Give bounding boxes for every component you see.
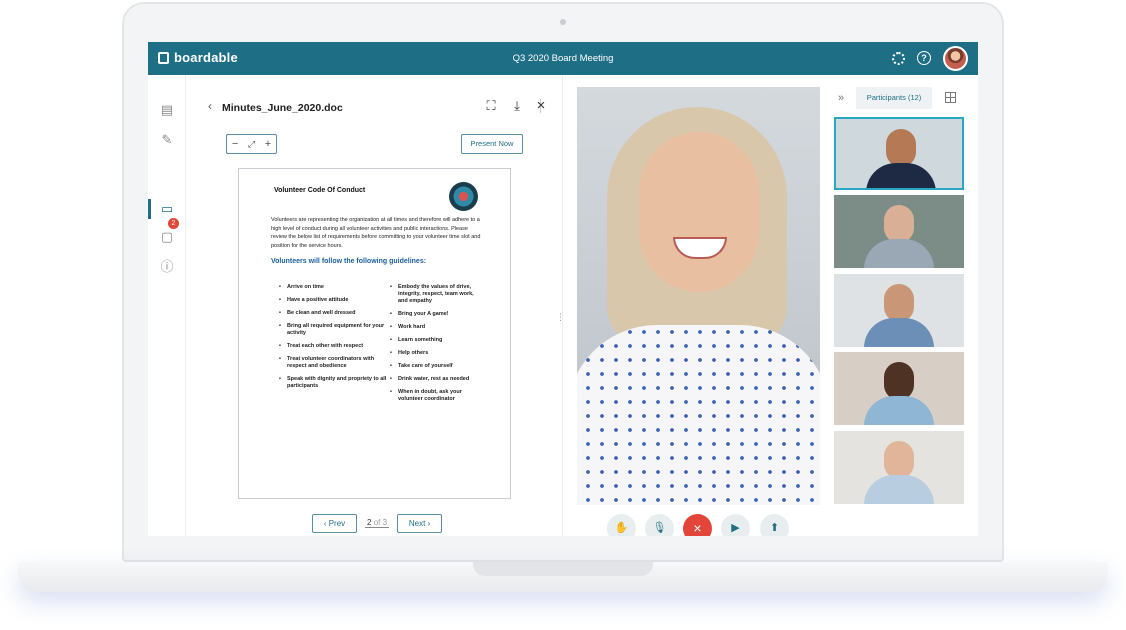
participant-body — [864, 239, 934, 268]
prev-label: Prev — [328, 518, 346, 528]
resize-handle-icon[interactable]: ⋮ — [556, 312, 565, 323]
grid-view-icon[interactable] — [945, 92, 956, 103]
participant-body — [866, 163, 936, 188]
list-item: Treat volunteer coordinators with respec… — [279, 356, 389, 370]
participant-face — [884, 205, 914, 243]
laptop-mockup: boardable Q3 2020 Board Meeting ? ▤ ✎ ▭ … — [0, 0, 1126, 630]
total-pages: of 3 — [373, 518, 388, 527]
list-item: Embody the values of drive, integrity, r… — [390, 284, 480, 305]
page-intro: Volunteers are representing the organiza… — [271, 217, 481, 249]
laptop-notch — [473, 562, 653, 576]
list-item: Be clean and well dressed — [279, 310, 389, 317]
fullscreen-icon[interactable]: ⛶ — [484, 99, 498, 113]
participant-thumbnail[interactable] — [834, 195, 964, 268]
zoom-in-icon[interactable]: + — [265, 138, 271, 150]
end-call-icon[interactable]: × — [683, 514, 712, 536]
list-item: When in doubt, ask your volunteer coordi… — [390, 389, 480, 403]
participant-body — [864, 318, 934, 347]
left-rail: ▤ ✎ ▭ ▢ 2 ⓘ — [148, 75, 186, 536]
speaker-body — [577, 325, 820, 505]
list-item: Learn something — [390, 337, 480, 344]
chat-icon[interactable]: ▢ — [160, 230, 174, 244]
pencil-icon[interactable]: ✎ — [160, 133, 174, 147]
camera-icon[interactable]: ▶ — [721, 514, 750, 536]
unread-badge: 2 — [168, 218, 179, 229]
participant-thumbnail[interactable] — [834, 117, 964, 190]
guidelines-heading: Volunteers will follow the following gui… — [271, 258, 427, 265]
main-video-tile — [577, 87, 820, 505]
app-screen: boardable Q3 2020 Board Meeting ? ▤ ✎ ▭ … — [148, 42, 978, 536]
organization-logo-icon — [449, 182, 478, 211]
document-file-name: Minutes_June_2020.doc — [222, 102, 343, 114]
participant-thumbnail[interactable] — [834, 352, 964, 425]
next-page-button[interactable]: Next › — [397, 513, 443, 533]
participant-body — [864, 475, 934, 504]
raise-hand-icon[interactable]: ✋ — [607, 514, 636, 536]
participant-face — [886, 129, 916, 167]
microphone-icon[interactable]: 🎙 — [645, 514, 674, 536]
webcam-dot — [560, 19, 566, 25]
list-item: Bring your A game! — [390, 311, 480, 318]
top-bar: boardable Q3 2020 Board Meeting ? — [148, 42, 978, 75]
list-item: Help others — [390, 350, 480, 357]
user-avatar[interactable] — [943, 46, 968, 71]
list-item: Bring all required equipment for your ac… — [279, 323, 389, 337]
help-icon[interactable]: ? — [917, 51, 931, 65]
meeting-title: Q3 2020 Board Meeting — [512, 53, 614, 64]
page-indicator[interactable]: 2 of 3 — [365, 518, 390, 528]
participant-body — [864, 396, 934, 425]
download-icon[interactable]: ⤓ — [510, 99, 524, 113]
prev-page-button[interactable]: ‹ Prev — [312, 513, 357, 533]
guidelines-list-left: Arrive on time Have a positive attitude … — [279, 284, 389, 396]
list-item: Have a positive attitude — [279, 297, 389, 304]
zoom-controls: − ⤢ + — [226, 134, 277, 154]
panel-divider — [562, 75, 563, 536]
participant-face — [884, 362, 914, 400]
participant-thumbnail[interactable] — [834, 274, 964, 347]
info-icon[interactable]: ⓘ — [160, 260, 174, 274]
next-label: Next — [408, 518, 426, 528]
participant-thumbnail[interactable] — [834, 431, 964, 504]
current-page: 2 — [367, 518, 372, 527]
collapse-panel-icon[interactable]: » — [838, 92, 844, 104]
document-panel: ‹ Minutes_June_2020.doc ⛶ ⤓ × − ⤢ + Pres… — [186, 75, 562, 536]
guidelines-list-right: Embody the values of drive, integrity, r… — [390, 284, 480, 409]
participants-tab[interactable]: Participants (12) — [856, 87, 932, 109]
page-pager: ‹ Prev 2 of 3 Next › — [312, 513, 443, 533]
participant-face — [884, 441, 914, 479]
folder-icon[interactable]: ▭ — [160, 202, 174, 216]
list-item: Drink water, rest as needed — [390, 376, 480, 383]
document-page: Volunteer Code Of Conduct Volunteers are… — [238, 168, 511, 499]
gear-icon[interactable] — [892, 52, 905, 65]
present-now-button[interactable]: Present Now — [461, 134, 523, 154]
page-heading: Volunteer Code Of Conduct — [274, 187, 366, 194]
list-item: Treat each other with respect — [279, 343, 389, 350]
list-item: Arrive on time — [279, 284, 389, 291]
fit-icon[interactable]: ⤢ — [248, 139, 255, 150]
list-item: Take care of yourself — [390, 363, 480, 370]
speaker-face — [639, 132, 759, 292]
share-screen-icon[interactable]: ⬆ — [760, 514, 789, 536]
list-item: Speak with dignity and propriety to all … — [279, 376, 389, 390]
participant-face — [884, 284, 914, 322]
close-icon[interactable]: × — [534, 98, 548, 113]
list-item: Work hard — [390, 324, 480, 331]
chevron-left-icon[interactable]: ‹ — [208, 99, 212, 113]
zoom-out-icon[interactable]: − — [232, 138, 238, 150]
clipboard-icon[interactable]: ▤ — [160, 103, 174, 117]
rail-active-indicator — [148, 199, 151, 219]
